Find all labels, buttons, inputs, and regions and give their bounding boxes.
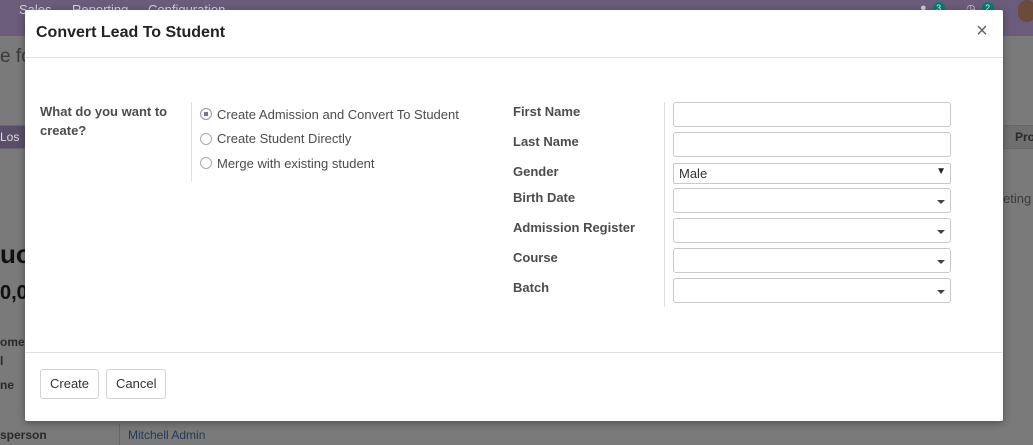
bg-label-customer: ome <box>0 335 25 349</box>
user-avatar[interactable] <box>1018 0 1033 22</box>
gender-select[interactable]: Male ▼ <box>673 163 951 184</box>
admission-register-label: Admission Register <box>513 220 636 235</box>
first-name-label: First Name <box>513 104 581 119</box>
first-name-input[interactable] <box>673 102 951 127</box>
bg-label-salesperson: sperson <box>0 428 47 442</box>
batch-dropdown[interactable] <box>673 278 951 303</box>
course-label: Course <box>513 250 558 265</box>
admission-register-dropdown[interactable] <box>673 218 951 243</box>
create-button[interactable]: Create <box>40 369 100 399</box>
bg-activity-text: eting <box>1003 191 1032 206</box>
dialog-header: Convert Lead To Student × <box>25 10 1003 58</box>
course-dropdown[interactable] <box>673 248 951 273</box>
birth-date-label: Birth Date <box>513 190 576 205</box>
radio-option-merge[interactable]: Merge with existing student <box>200 151 459 176</box>
birth-date-input[interactable] <box>673 188 951 213</box>
divider <box>664 102 665 307</box>
batch-label: Batch <box>513 280 550 295</box>
caret-down-icon <box>937 260 945 264</box>
bg-lost-button[interactable]: Los <box>0 126 26 148</box>
radio-label: Create Admission and Convert To Student <box>217 106 459 122</box>
radio-label: Merge with existing student <box>217 155 375 171</box>
bg-salesperson-value[interactable]: Mitchell Admin <box>128 428 205 442</box>
cancel-button[interactable]: Cancel <box>106 369 167 399</box>
dialog-body: What do you want to create? Create Admis… <box>25 58 1003 352</box>
radio-label: Create Student Directly <box>217 131 352 147</box>
divider <box>191 102 192 181</box>
radio-checked-icon[interactable] <box>200 108 212 121</box>
radio-option-admission[interactable]: Create Admission and Convert To Student <box>200 102 459 127</box>
create-type-label: What do you want to create? <box>40 104 168 138</box>
caret-down-icon <box>937 200 945 204</box>
last-name-label: Last Name <box>513 134 579 149</box>
bg-divider <box>119 424 120 445</box>
dropdown-arrow-icon: ▼ <box>936 166 946 177</box>
gender-label: Gender <box>513 164 559 179</box>
convert-lead-dialog: Convert Lead To Student × What do you wa… <box>25 10 1003 421</box>
bg-tab[interactable]: Pro <box>1015 130 1033 144</box>
bg-label-l: l <box>0 354 4 368</box>
close-icon[interactable]: × <box>974 20 990 42</box>
caret-down-icon <box>937 290 945 294</box>
dialog-footer: Create Cancel <box>25 352 1003 421</box>
gender-selected-value: Male <box>679 166 708 181</box>
radio-unchecked-icon[interactable] <box>200 132 212 145</box>
dialog-title: Convert Lead To Student <box>36 24 226 41</box>
last-name-input[interactable] <box>673 132 951 157</box>
bg-amount: 0,0 <box>0 282 28 304</box>
create-type-radio-group: Create Admission and Convert To Student … <box>200 102 459 176</box>
bg-label-ne: ne <box>0 378 15 392</box>
radio-option-student-directly[interactable]: Create Student Directly <box>200 127 459 152</box>
caret-down-icon <box>937 230 945 234</box>
radio-unchecked-icon[interactable] <box>200 157 212 170</box>
